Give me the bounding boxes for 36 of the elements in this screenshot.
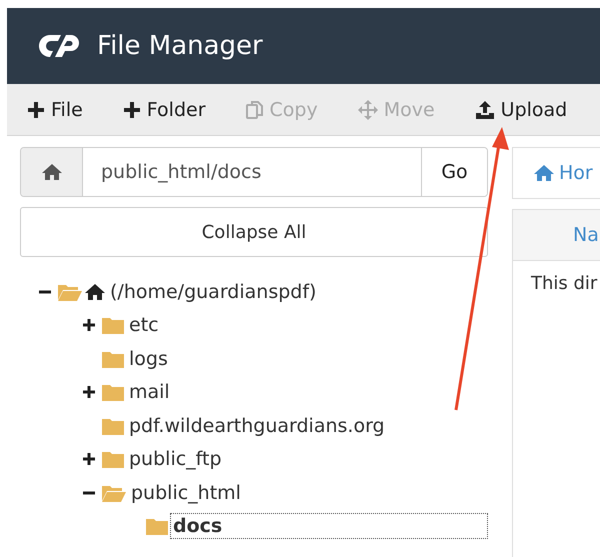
folder-name[interactable]: docs (170, 513, 488, 540)
plus-icon (27, 100, 45, 118)
folder-name[interactable]: logs (126, 346, 173, 372)
toolbar-button[interactable]: File (21, 94, 89, 124)
plus-icon (122, 100, 141, 118)
home-button[interactable] (21, 148, 83, 196)
move-icon (358, 100, 378, 120)
folder-name[interactable]: (/home/guardianspdf) (107, 278, 322, 305)
expand-icon[interactable] (82, 452, 96, 466)
home-icon (533, 164, 555, 182)
expand-icon[interactable] (82, 385, 96, 400)
folder-icon (101, 449, 125, 470)
upload-icon (474, 100, 495, 120)
tree-row[interactable]: logs (20, 342, 488, 376)
home-icon (84, 282, 106, 301)
folder-icon (101, 382, 125, 402)
toolbar-button[interactable]: Upload (468, 94, 574, 124)
tree-row[interactable]: pdf.wildearthguardians.org (20, 409, 488, 442)
home-icon (40, 163, 62, 181)
collapse-all-button[interactable]: Collapse All (20, 207, 488, 257)
copy-icon (246, 100, 264, 120)
tree-row[interactable]: docs (20, 510, 488, 543)
folder-name[interactable]: etc (126, 312, 164, 338)
toolbar-button[interactable]: Folder (116, 94, 212, 124)
path-bar[interactable]: public_html/docs Go (20, 147, 488, 197)
empty-message: This dir (512, 261, 600, 557)
folder-name[interactable]: mail (126, 379, 175, 406)
folder-icon (145, 516, 169, 536)
folder-name[interactable]: pdf.wildearthguardians.org (126, 412, 390, 439)
go-button[interactable]: Go (421, 148, 487, 196)
expand-icon[interactable] (82, 318, 96, 332)
folder-icon (101, 315, 125, 336)
app-title: File Manager (97, 31, 263, 61)
breadcrumb-link[interactable]: Hor (559, 162, 593, 184)
folder-name[interactable]: public_html (128, 480, 246, 506)
folder-name[interactable]: public_ftp (126, 446, 227, 472)
